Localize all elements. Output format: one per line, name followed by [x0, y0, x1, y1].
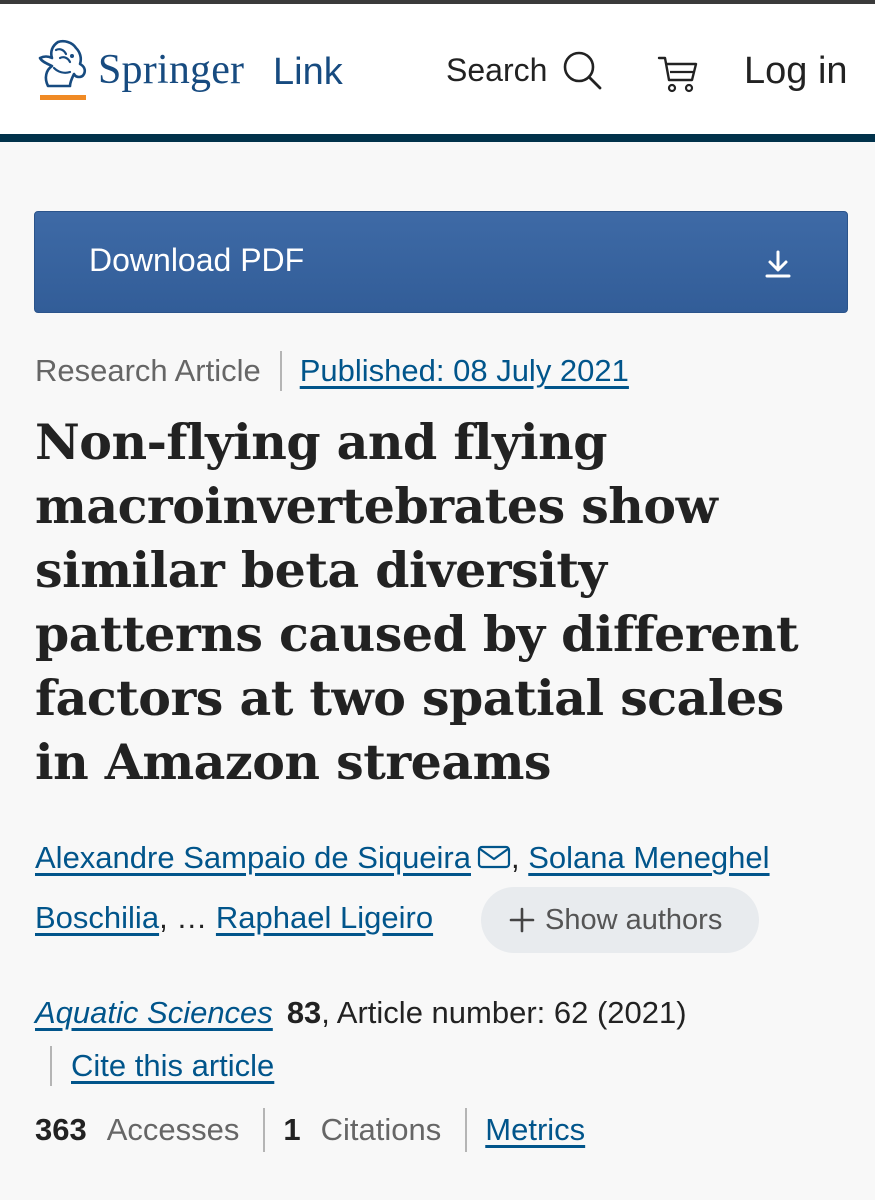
site-header: Springer Link Search Log in: [0, 4, 875, 134]
cite-divider: [50, 1046, 52, 1086]
meta-divider: [279, 351, 282, 391]
mail-icon[interactable]: [477, 843, 511, 871]
springer-link-logo[interactable]: Springer Link: [30, 38, 370, 108]
metrics-link[interactable]: Metrics: [485, 1112, 585, 1148]
article-type: Research Article: [35, 353, 261, 388]
author-ellipsis: , …: [159, 900, 208, 935]
cite-row: Cite this article: [50, 1045, 274, 1087]
author-link[interactable]: Solana Meneghel: [528, 840, 769, 875]
citations-label: Citations: [320, 1112, 442, 1147]
springer-horse-logo-icon: [38, 39, 87, 88]
metrics-divider: [263, 1108, 266, 1152]
accesses-count: 363: [35, 1112, 87, 1147]
journal-link[interactable]: Aquatic Sciences: [35, 995, 273, 1030]
author-separator: ,: [511, 840, 520, 875]
cite-article-link[interactable]: Cite this article: [71, 1048, 274, 1084]
article-number: , Article number: 62 (2021): [321, 995, 687, 1030]
page: Springer Link Search Log in Download PDF: [0, 0, 875, 1200]
citations-count: 1: [283, 1112, 301, 1147]
show-authors-button[interactable]: Show authors: [481, 887, 759, 953]
author-link[interactable]: Alexandre Sampaio de Siqueira: [35, 840, 471, 875]
author-link[interactable]: Boschilia: [35, 900, 159, 935]
plus-icon: [509, 907, 535, 933]
header-divider: [0, 134, 875, 142]
accesses-label: Accesses: [106, 1112, 240, 1147]
authors-line-2: Boschilia, … Raphael Ligeiro: [35, 900, 433, 936]
article-meta: Research Article Published: 08 July 2021: [35, 350, 629, 392]
download-pdf-label: Download PDF: [89, 242, 305, 278]
cart-icon[interactable]: [656, 52, 700, 96]
journal-info: Aquatic Sciences 83, Article number: 62 (…: [35, 995, 687, 1031]
search-icon: [564, 51, 602, 90]
show-authors-label: Show authors: [545, 903, 723, 936]
search-label: Search: [446, 51, 548, 88]
logo-link-text: Link: [273, 51, 343, 93]
login-link[interactable]: Log in: [744, 50, 848, 93]
authors-line-1: Alexandre Sampaio de Siqueira , Solana M…: [35, 840, 770, 876]
download-arrow-icon: [765, 250, 791, 278]
published-date-link[interactable]: Published: 08 July 2021: [300, 353, 629, 389]
logo-underline: [40, 95, 86, 100]
journal-volume: 83: [286, 995, 322, 1030]
metrics-row: 363 Accesses 1 Citations Metrics: [35, 1108, 585, 1152]
author-link[interactable]: Raphael Ligeiro: [216, 900, 433, 935]
article-title: Non-flying and flying macroinvertebrates…: [35, 413, 799, 791]
metrics-divider: [465, 1108, 468, 1152]
logo-springer-text: Springer: [98, 47, 245, 93]
download-pdf-button[interactable]: Download PDF: [34, 211, 848, 313]
search-button[interactable]: Search: [446, 50, 603, 90]
